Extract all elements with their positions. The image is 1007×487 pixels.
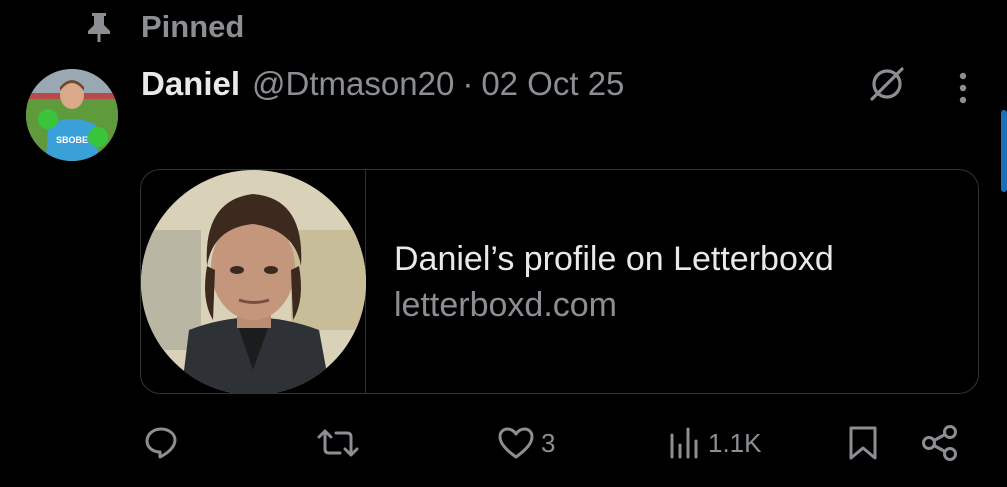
- views-button[interactable]: 1.1K: [668, 415, 762, 471]
- share-icon: [920, 424, 960, 462]
- post-page: Pinned SBOBE Daniel @Dtmason20 · 02 Oct …: [0, 0, 1007, 487]
- link-card-title: Daniel’s profile on Letterboxd: [394, 240, 834, 278]
- avatar-jersey-text: SBOBE: [56, 135, 88, 145]
- pinned-indicator: Pinned: [84, 8, 244, 46]
- link-card[interactable]: Daniel’s profile on Letterboxd letterbox…: [140, 169, 979, 394]
- more-icon[interactable]: [946, 66, 980, 110]
- bookmark-icon: [846, 424, 880, 462]
- reply-icon: [143, 425, 179, 461]
- scrollbar[interactable]: [1001, 110, 1007, 192]
- pinned-label: Pinned: [141, 9, 245, 44]
- views-count: 1.1K: [708, 427, 762, 458]
- link-card-thumbnail: [141, 170, 366, 393]
- pin-icon: [84, 10, 114, 44]
- post-actions: 3 1.1K: [0, 415, 1007, 471]
- views-icon: [668, 425, 702, 461]
- link-card-domain: letterboxd.com: [394, 286, 617, 324]
- author-name[interactable]: Daniel: [141, 65, 240, 103]
- share-button[interactable]: [920, 415, 960, 471]
- grok-icon[interactable]: [864, 62, 910, 106]
- heart-icon: [497, 425, 535, 461]
- repost-button[interactable]: [316, 415, 360, 471]
- like-button[interactable]: 3: [497, 415, 555, 471]
- author-handle[interactable]: @Dtmason20: [252, 65, 454, 103]
- repost-icon: [316, 425, 360, 461]
- reply-button[interactable]: [143, 415, 179, 471]
- bookmark-button[interactable]: [846, 415, 880, 471]
- like-count: 3: [541, 427, 556, 458]
- separator-dot: ·: [462, 65, 474, 102]
- post-header: Daniel @Dtmason20 · 02 Oct 25: [141, 62, 624, 106]
- avatar[interactable]: SBOBE: [26, 69, 118, 161]
- link-card-text: Daniel’s profile on Letterboxd letterbox…: [394, 238, 834, 326]
- post-date[interactable]: 02 Oct 25: [481, 65, 624, 103]
